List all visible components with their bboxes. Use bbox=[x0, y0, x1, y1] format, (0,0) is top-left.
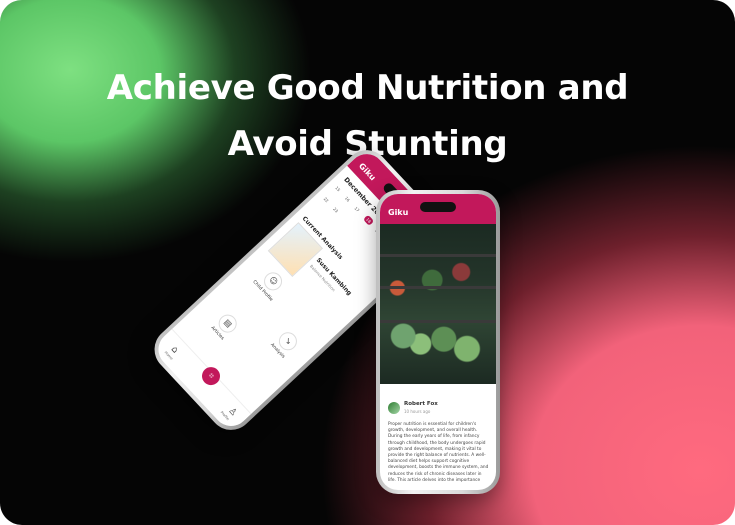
menu-analysis[interactable]: ↘ Analysis bbox=[258, 316, 312, 372]
article-hero-image bbox=[380, 224, 496, 384]
app-brand: Giku bbox=[388, 208, 409, 217]
left-phone-mockup: Giku December 2024 15 16 17 18 19 20 21 … bbox=[130, 140, 453, 495]
right-phone-screen: Giku Robert Fox 10 hours ago Proper nutr… bbox=[380, 194, 496, 490]
avatar bbox=[388, 402, 400, 414]
right-phone-mockup: Giku Robert Fox 10 hours ago Proper nutr… bbox=[376, 190, 500, 494]
calendar-day[interactable]: 16 bbox=[344, 195, 351, 202]
headline-line-1: Achieve Good Nutrition and bbox=[106, 68, 629, 108]
calendar-day[interactable]: 22 bbox=[323, 196, 330, 203]
hero-banner: Achieve Good Nutrition and Avoid Stuntin… bbox=[0, 0, 735, 525]
menu-articles[interactable]: ▤ Articles bbox=[198, 298, 252, 354]
author-date: 10 hours ago bbox=[404, 409, 431, 414]
calendar-day[interactable]: 23 bbox=[332, 206, 339, 213]
article-body: Proper nutrition is essential for childr… bbox=[388, 422, 489, 483]
dynamic-island bbox=[420, 202, 456, 212]
shelf-line bbox=[380, 254, 496, 257]
shelf-line bbox=[380, 320, 496, 323]
article-author: Robert Fox 10 hours ago bbox=[388, 400, 492, 418]
calendar-day[interactable]: 17 bbox=[353, 206, 360, 213]
calendar-day-selected[interactable]: 18 bbox=[362, 214, 375, 227]
shelf-line bbox=[380, 286, 496, 289]
author-name: Robert Fox bbox=[404, 401, 438, 407]
calendar-day[interactable]: 15 bbox=[334, 185, 341, 192]
